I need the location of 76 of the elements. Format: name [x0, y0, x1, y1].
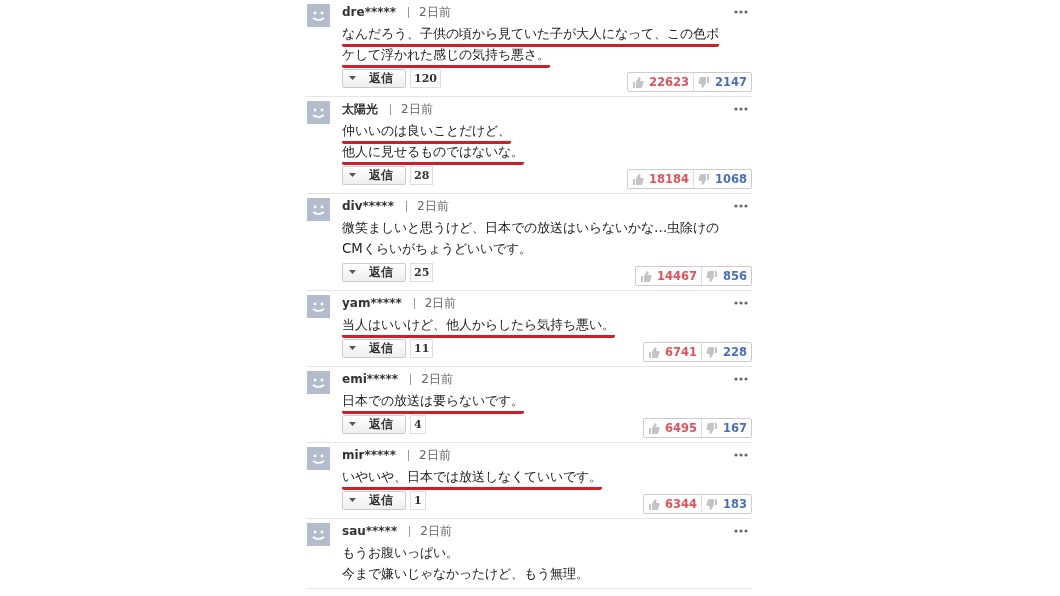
reply-button[interactable]: 返信	[342, 68, 406, 88]
caret-icon	[349, 346, 356, 350]
thumbs-up-icon	[647, 497, 660, 511]
thumbs-up-icon	[631, 75, 644, 89]
thumbs-down-icon	[706, 497, 718, 511]
like-button[interactable]: 22623	[627, 73, 693, 91]
more-icon[interactable]	[734, 301, 748, 305]
comment-text: もうお腹いっぱい。	[342, 544, 459, 562]
thumbs-up-icon	[631, 172, 644, 186]
user-name[interactable]: div*****	[342, 199, 394, 213]
reply-count: 25	[410, 262, 434, 282]
caret-icon	[349, 270, 356, 274]
avatar-icon	[307, 4, 330, 27]
reply-count: 1	[410, 490, 426, 510]
user-name[interactable]: mir*****	[342, 448, 396, 462]
more-icon[interactable]	[734, 453, 748, 457]
avatar-icon	[307, 295, 330, 318]
reply-count: 11	[410, 338, 434, 358]
reply-count: 4	[410, 414, 426, 434]
comment-text: なんだろう、子供の頃から見ていた子が大人になって、この色ボ	[342, 25, 719, 47]
thumbs-down-icon	[698, 75, 710, 89]
reply-button[interactable]: 返信	[342, 490, 406, 510]
comment-text: 微笑ましいと思うけど、日本での放送はいらないかな…虫除けの	[342, 219, 720, 237]
avatar-icon	[307, 371, 330, 394]
more-icon[interactable]	[734, 529, 748, 533]
post-time: 2日前	[416, 197, 449, 215]
like-button[interactable]: 6344	[643, 495, 701, 513]
caret-icon	[349, 422, 356, 426]
post-time: 2日前	[424, 294, 457, 312]
thumbs-up-icon	[639, 269, 652, 283]
dislike-button[interactable]: 2147	[693, 73, 751, 91]
thumbs-up-icon	[647, 421, 660, 435]
avatar-icon	[307, 198, 330, 221]
like-button[interactable]: 6741	[643, 343, 701, 361]
comment-text: 今まで嫌いじゃなかったけど、もう無理。	[342, 565, 589, 583]
thumbs-down-icon	[706, 421, 718, 435]
thumbs-down-icon	[706, 345, 718, 359]
user-name[interactable]: 太陽光	[342, 100, 378, 118]
user-name[interactable]: dre*****	[342, 5, 397, 19]
thumbs-down-icon	[698, 172, 710, 186]
dislike-button[interactable]: 167	[701, 419, 751, 437]
more-icon[interactable]	[734, 107, 748, 111]
post-time: 2日前	[418, 446, 451, 464]
thumbs-up-icon	[647, 345, 660, 359]
caret-icon	[349, 173, 356, 177]
reply-count: 28	[410, 165, 434, 185]
comment-text: 仲いいのは良いことだけど、	[342, 122, 511, 144]
like-button[interactable]: 14467	[635, 267, 701, 285]
like-button[interactable]: 6495	[643, 419, 701, 437]
reply-button[interactable]: 返信	[342, 165, 406, 185]
avatar-icon	[307, 523, 330, 546]
reply-count: 120	[410, 68, 441, 88]
post-time: 2日前	[421, 370, 453, 388]
user-name[interactable]: sau*****	[342, 524, 398, 538]
comment-text: CMくらいがちょうどいいです。	[342, 240, 532, 258]
thumbs-down-icon	[706, 269, 718, 283]
post-time: 2日前	[401, 100, 433, 118]
user-name[interactable]: emi*****	[342, 372, 399, 386]
avatar-icon	[307, 447, 330, 470]
more-icon[interactable]	[734, 377, 748, 381]
more-icon[interactable]	[734, 204, 748, 208]
user-name[interactable]: yam*****	[342, 296, 402, 310]
dislike-button[interactable]: 183	[701, 495, 751, 513]
caret-icon	[349, 76, 356, 80]
like-button[interactable]: 18184	[627, 170, 693, 188]
dislike-button[interactable]: 1068	[693, 170, 751, 188]
reply-button[interactable]: 返信	[342, 262, 406, 282]
dislike-button[interactable]: 228	[701, 343, 751, 361]
avatar-icon	[307, 101, 330, 124]
post-time: 2日前	[419, 3, 451, 21]
caret-icon	[349, 498, 356, 502]
more-icon[interactable]	[734, 10, 748, 14]
post-time: 2日前	[420, 522, 452, 540]
reply-button[interactable]: 返信	[342, 338, 406, 358]
dislike-button[interactable]: 856	[701, 267, 751, 285]
reply-button[interactable]: 返信	[342, 414, 406, 434]
